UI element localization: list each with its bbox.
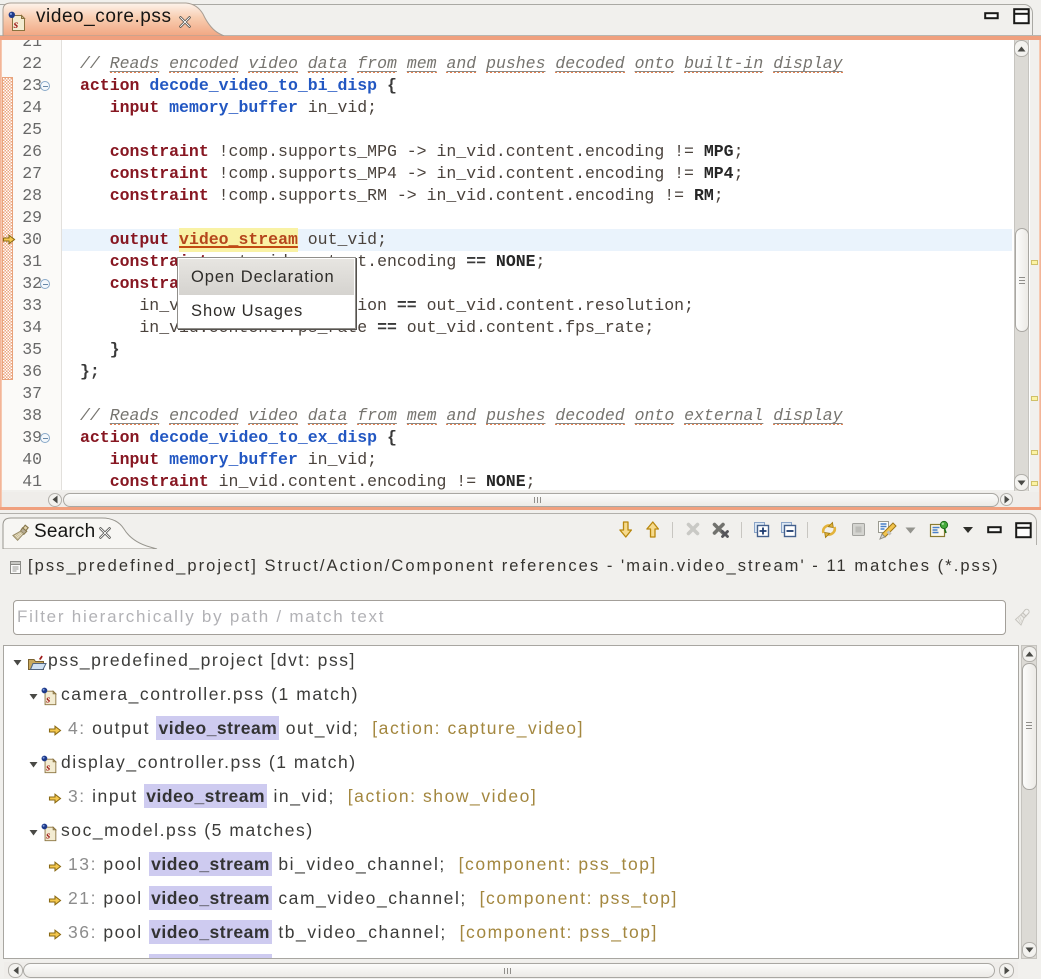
svg-text:s: s <box>45 761 50 773</box>
svg-text:s: s <box>45 693 50 705</box>
svg-text:s: s <box>13 17 19 31</box>
svg-text:s: s <box>45 829 50 841</box>
